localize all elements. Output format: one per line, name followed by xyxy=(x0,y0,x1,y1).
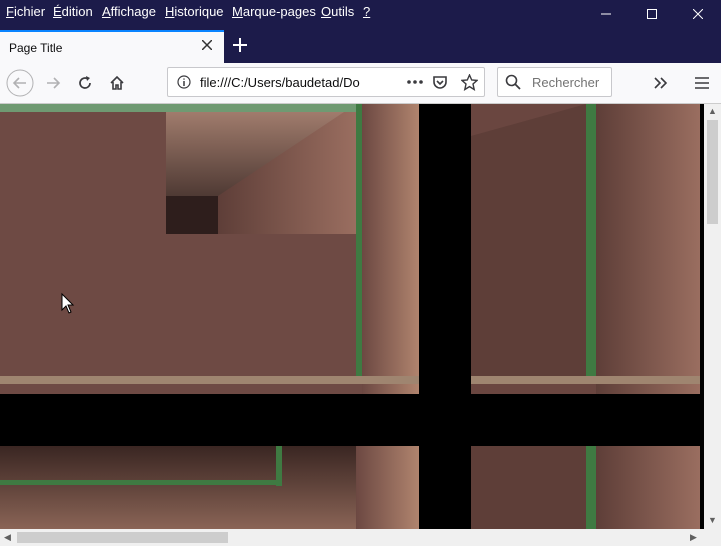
menu-label: istorique xyxy=(174,4,224,19)
wall-top-trim xyxy=(0,104,360,112)
menu-bar: Fichier Édition Affichage Historique Mar… xyxy=(0,0,721,28)
wall-trim-green xyxy=(0,480,282,485)
horizontal-scrollbar[interactable]: ◀ ▶ xyxy=(0,529,704,546)
tab-strip: Page Title xyxy=(0,28,721,63)
new-tab-button[interactable] xyxy=(231,37,249,55)
access-key: H xyxy=(165,4,175,19)
overflow-icon xyxy=(654,77,668,89)
corridor-depth xyxy=(166,196,218,234)
floor-edge xyxy=(471,376,700,384)
back-icon xyxy=(6,69,34,97)
wall-trim-green xyxy=(356,104,362,382)
floor-edge xyxy=(0,376,419,384)
url-bar[interactable]: file:///C:/Users/baudetad/Do xyxy=(167,67,485,97)
search-icon xyxy=(505,74,521,90)
menu-edition[interactable]: Édition xyxy=(53,4,93,19)
menu-fichier[interactable]: Fichier xyxy=(6,4,45,19)
scroll-down-icon[interactable]: ▼ xyxy=(708,515,717,525)
wall-right-face xyxy=(596,104,700,394)
url-input[interactable]: file:///C:/Users/baudetad/Do xyxy=(200,75,370,90)
wall-trim-green xyxy=(586,446,596,529)
pocket-icon[interactable] xyxy=(432,74,448,90)
forward-button[interactable] xyxy=(39,69,67,97)
wall-right-face xyxy=(362,104,419,394)
plus-icon xyxy=(233,38,247,52)
search-bar[interactable]: Rechercher xyxy=(497,67,612,97)
wall-block xyxy=(0,104,166,234)
home-button[interactable] xyxy=(103,69,131,97)
tab-title: Page Title xyxy=(9,41,63,55)
scroll-left-icon[interactable]: ◀ xyxy=(4,532,11,543)
reload-button[interactable] xyxy=(71,69,99,97)
horizontal-scroll-thumb[interactable] xyxy=(17,532,228,543)
tab-close-button[interactable] xyxy=(199,37,215,53)
access-key: M xyxy=(232,4,243,19)
menu-label: dition xyxy=(61,4,93,19)
menu-icon xyxy=(695,77,709,89)
minimize-icon xyxy=(601,13,611,15)
maximize-icon xyxy=(647,9,657,19)
info-icon[interactable] xyxy=(177,75,191,89)
reload-icon xyxy=(79,76,91,89)
menu-label: utils xyxy=(331,4,355,19)
maximize-button[interactable] xyxy=(629,0,675,28)
scroll-up-icon[interactable]: ▲ xyxy=(708,106,717,116)
wall-front xyxy=(471,234,586,382)
access-key: O xyxy=(321,4,332,19)
access-key: ? xyxy=(363,4,371,19)
page-actions-icon[interactable] xyxy=(406,76,424,88)
menu-affichage[interactable]: Affichage xyxy=(102,4,156,19)
back-button[interactable] xyxy=(6,69,34,97)
home-icon xyxy=(110,75,124,90)
wall-right-face xyxy=(356,446,419,529)
page-content-canvas[interactable] xyxy=(0,104,704,529)
wall-right-face xyxy=(596,446,700,529)
bookmark-star-icon[interactable] xyxy=(461,74,478,91)
vertical-scrollbar[interactable]: ▲ ▼ xyxy=(704,104,721,529)
access-key: É xyxy=(53,4,62,19)
minimize-button[interactable] xyxy=(583,0,629,28)
close-icon xyxy=(693,9,703,19)
overflow-button[interactable] xyxy=(647,69,675,97)
wall-trim-green xyxy=(586,104,596,382)
scroll-right-icon[interactable]: ▶ xyxy=(690,532,697,543)
menu-marque-pages[interactable]: Marque-pages xyxy=(232,4,316,19)
wall-front xyxy=(0,234,350,382)
menu-historique[interactable]: Historique xyxy=(165,4,224,19)
close-icon xyxy=(201,39,213,51)
forward-icon xyxy=(47,77,61,89)
access-key: F xyxy=(6,4,14,19)
close-window-button[interactable] xyxy=(675,0,721,28)
menu-label: ichier xyxy=(13,4,46,19)
search-input[interactable]: Rechercher xyxy=(532,75,599,90)
scrollbar-corner xyxy=(704,529,721,546)
menu-label: ffichage xyxy=(110,4,156,19)
vertical-scroll-thumb[interactable] xyxy=(707,120,718,224)
app-menu-button[interactable] xyxy=(688,69,716,97)
wall-trim-green xyxy=(276,446,282,486)
menu-label: arque-pages xyxy=(242,4,316,19)
menu-outils[interactable]: Outils xyxy=(321,4,354,19)
menu-help[interactable]: ? xyxy=(363,4,370,19)
maze-3d-view xyxy=(0,104,700,529)
access-key: A xyxy=(102,4,111,19)
tab-page-title[interactable]: Page Title xyxy=(0,30,224,63)
navigation-toolbar: file:///C:/Users/baudetad/Do Rechercher xyxy=(0,63,721,104)
